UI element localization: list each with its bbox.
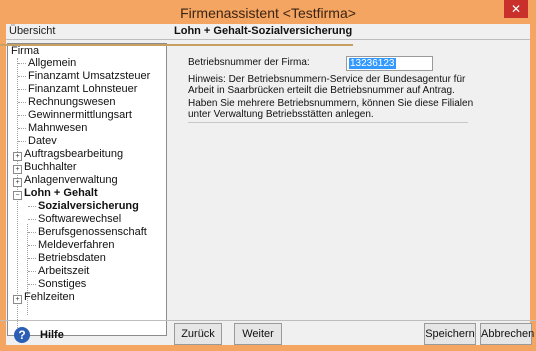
save-button[interactable]: Speichern [424, 323, 476, 345]
tree-connector [28, 284, 36, 285]
tree-item-sozialversicherung[interactable]: Sozialversicherung [38, 200, 139, 213]
tree-connector [18, 128, 26, 129]
tree-connector [18, 63, 26, 64]
tree-item-mahnwesen[interactable]: Mahnwesen [28, 122, 87, 135]
collapse-icon[interactable]: − [13, 191, 22, 200]
hint-text-service: Hinweis: Der Betriebsnummern-Service der… [188, 74, 466, 96]
tree-connector [18, 89, 26, 90]
content-divider [188, 122, 468, 123]
tree-connector [28, 271, 36, 272]
tree-item-finanzamt-lohnsteuer[interactable]: Finanzamt Lohnsteuer [28, 83, 137, 96]
tree-connector [28, 258, 36, 259]
tree-connector [18, 141, 26, 142]
close-button[interactable]: ✕ [504, 0, 528, 18]
back-button[interactable]: Zurück [174, 323, 222, 345]
tree-item-rechnungswesen[interactable]: Rechnungswesen [28, 96, 115, 109]
betriebsnummer-input[interactable]: 13236123 [346, 56, 433, 71]
expand-icon[interactable]: + [13, 295, 22, 304]
navigation-tree[interactable]: Firma Allgemein Finanzamt Umsatzsteuer F… [7, 43, 167, 336]
section-title: Lohn + Gehalt-Sozialversicherung [174, 25, 353, 37]
tree-item-berufsgenossenschaft[interactable]: Berufsgenossenschaft [38, 226, 147, 239]
tree-connector [28, 219, 36, 220]
tree-connector [18, 102, 26, 103]
tree-item-softwarewechsel[interactable]: Softwarewechsel [38, 213, 121, 226]
tree-connector [28, 232, 36, 233]
overview-header: Übersicht [9, 25, 56, 37]
cancel-button[interactable]: Abbrechen [480, 323, 534, 345]
tree-connector [28, 206, 36, 207]
tree-item-betriebsdaten[interactable]: Betriebsdaten [38, 252, 106, 265]
client-area: Übersicht Lohn + Gehalt-Sozialversicheru… [6, 24, 530, 345]
expand-icon[interactable]: + [13, 165, 22, 174]
expand-icon[interactable]: + [13, 178, 22, 187]
help-label[interactable]: Hilfe [40, 329, 64, 341]
betriebsnummer-label: Betriebsnummer der Firma: [188, 57, 310, 68]
tree-item-arbeitszeit[interactable]: Arbeitszeit [38, 265, 89, 278]
betriebsnummer-value: 13236123 [349, 58, 396, 69]
window-title: Firmenassistent <Testfirma> [180, 5, 356, 21]
next-button[interactable]: Weiter [234, 323, 282, 345]
tree-item-datev[interactable]: Datev [28, 135, 57, 148]
expand-icon[interactable]: + [13, 152, 22, 161]
tree-item-allgemein[interactable]: Allgemein [28, 57, 76, 70]
tree-connector [18, 115, 26, 116]
tree-connector [18, 76, 26, 77]
footer-divider [0, 320, 536, 321]
tree-item-meldeverfahren[interactable]: Meldeverfahren [38, 239, 114, 252]
tree-item-lohn-gehalt[interactable]: Lohn + Gehalt [24, 187, 98, 200]
hint-text-filialen: Haben Sie mehrere Betriebsnummern, könne… [188, 98, 474, 120]
callout-line [0, 44, 353, 46]
tree-item-buchhalter[interactable]: Buchhalter [24, 161, 77, 174]
tree-item-sonstiges[interactable]: Sonstiges [38, 278, 86, 291]
title-bar: Firmenassistent <Testfirma> ✕ [0, 0, 536, 24]
header-divider [6, 39, 530, 40]
tree-item-auftragsbearbeitung[interactable]: Auftragsbearbeitung [24, 148, 123, 161]
tree-connector [28, 245, 36, 246]
app-window: Firmenassistent <Testfirma> ✕ Übersicht … [0, 0, 536, 351]
tree-item-fehlzeiten[interactable]: Fehlzeiten [24, 291, 75, 304]
tree-item-finanzamt-umsatzsteuer[interactable]: Finanzamt Umsatzsteuer [28, 70, 150, 83]
tree-item-anlagenverwaltung[interactable]: Anlagenverwaltung [24, 174, 118, 187]
tree-item-gewinnermittlungsart[interactable]: Gewinnermittlungsart [28, 109, 132, 122]
help-icon[interactable]: ? [14, 327, 30, 343]
